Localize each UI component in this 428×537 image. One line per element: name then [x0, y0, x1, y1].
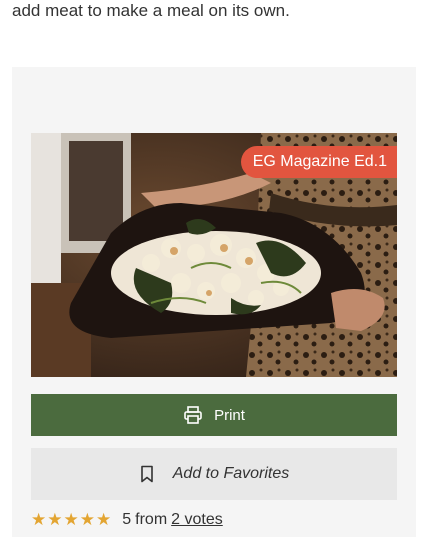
- votes-link[interactable]: 2 votes: [171, 511, 223, 529]
- favorites-label: Add to Favorites: [172, 465, 290, 482]
- recipe-photo: EG Magazine Ed.1: [31, 133, 397, 377]
- magazine-badge: EG Magazine Ed.1: [240, 146, 397, 178]
- printer-icon: [183, 405, 203, 425]
- rating-score: 5: [122, 511, 132, 528]
- add-to-favorites-button[interactable]: Add to Favorites: [31, 448, 397, 500]
- print-label: Print: [214, 406, 245, 424]
- intro-text: add meat to make a meal on its own.: [12, 1, 290, 20]
- print-button[interactable]: Print: [31, 394, 397, 436]
- rating-from: from: [135, 511, 168, 528]
- bookmark-icon: [139, 465, 155, 483]
